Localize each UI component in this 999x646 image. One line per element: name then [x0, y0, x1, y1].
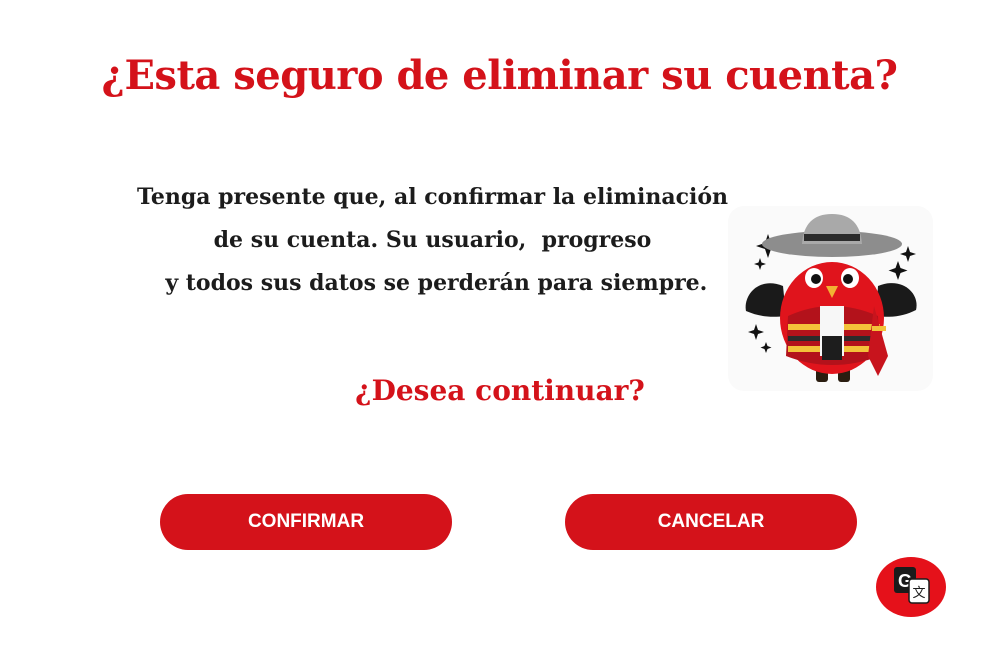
- confirm-button[interactable]: CONFIRMAR: [160, 494, 452, 550]
- message-line: y todos sus datos se perderán para siemp…: [157, 270, 708, 296]
- page-title: ¿Esta seguro de eliminar su cuenta?: [101, 52, 899, 99]
- translate-icon[interactable]: G 文: [876, 557, 946, 617]
- warning-message: Tenga presente que, al confirmar la elim…: [100, 176, 765, 305]
- message-line: de su cuenta. Su usuario, progreso: [213, 227, 652, 253]
- bird-mascot-icon: [728, 206, 933, 391]
- message-line: Tenga presente que, al confirmar la elim…: [137, 184, 728, 210]
- svg-text:文: 文: [912, 586, 925, 601]
- cancel-button[interactable]: CANCELAR: [565, 494, 857, 550]
- continue-question: ¿Desea continuar?: [355, 374, 645, 407]
